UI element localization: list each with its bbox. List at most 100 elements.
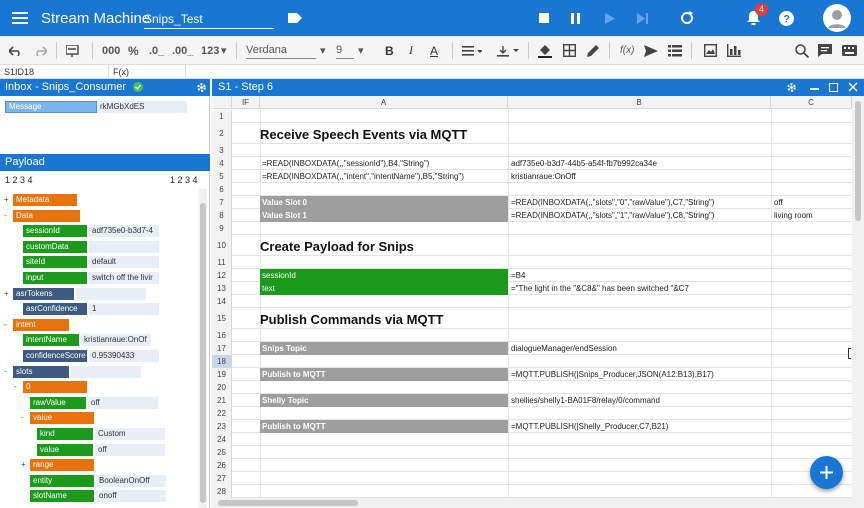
tree-node-label[interactable]: slotName bbox=[30, 490, 94, 503]
tree-node-label[interactable]: Data bbox=[13, 209, 80, 222]
borders-icon[interactable] bbox=[563, 36, 576, 65]
avatar[interactable] bbox=[822, 0, 852, 36]
undo-icon[interactable] bbox=[9, 36, 23, 65]
list-icon[interactable] bbox=[668, 36, 682, 65]
collapse-toggle[interactable]: - bbox=[4, 367, 7, 376]
expand-toggle[interactable]: + bbox=[4, 289, 9, 298]
cell-c[interactable] bbox=[772, 308, 852, 321]
cell-b[interactable] bbox=[509, 459, 771, 472]
font-size-select[interactable]: 9 ▾ bbox=[336, 36, 366, 65]
tree-node-label[interactable]: asrTokens bbox=[13, 287, 74, 300]
sheet-horizontal-scrollbar[interactable] bbox=[212, 498, 864, 508]
cell-b[interactable]: =MQTT.PUBLISH(|Shelly_Producer,C7,B21) bbox=[509, 420, 771, 433]
row-number[interactable]: 7 bbox=[212, 196, 232, 209]
cell-a[interactable] bbox=[260, 381, 508, 394]
chevron-down-icon[interactable]: ▾ bbox=[221, 36, 227, 65]
cell-c[interactable]: off bbox=[772, 196, 852, 209]
expand-toggle[interactable]: + bbox=[4, 195, 9, 204]
percent-button[interactable]: % bbox=[128, 36, 139, 65]
cell-b[interactable] bbox=[509, 355, 771, 368]
cell-c[interactable] bbox=[772, 407, 852, 420]
close-icon[interactable] bbox=[848, 82, 858, 95]
cell-a[interactable] bbox=[260, 485, 508, 498]
cell-b[interactable] bbox=[509, 183, 771, 196]
cell-a[interactable] bbox=[260, 183, 508, 196]
cell-b[interactable] bbox=[509, 123, 771, 136]
cell-a[interactable] bbox=[260, 407, 508, 420]
image-icon[interactable] bbox=[704, 36, 717, 65]
cell-b[interactable] bbox=[509, 144, 771, 157]
cell-c[interactable] bbox=[772, 368, 852, 381]
cell-b[interactable]: ="The light in the "&C8&" has been switc… bbox=[509, 282, 771, 295]
section-heading[interactable]: Receive Speech Events via MQTT bbox=[260, 127, 467, 142]
cell-b[interactable]: adf735e0-b3d7-44b5-a54f-fb7b992ca34e bbox=[509, 157, 771, 170]
align-vertical-icon[interactable] bbox=[497, 36, 519, 65]
cell-c[interactable] bbox=[772, 144, 852, 157]
cell-b[interactable] bbox=[509, 329, 771, 342]
tree-node-label[interactable]: intentName bbox=[23, 334, 79, 347]
cell-b[interactable]: dialogueManager/endSession bbox=[509, 342, 771, 355]
bold-button[interactable]: B bbox=[385, 36, 394, 65]
row-number[interactable]: 13 bbox=[212, 282, 232, 295]
cell-a[interactable]: Value Slot 1 bbox=[260, 209, 508, 222]
refresh-icon[interactable] bbox=[678, 0, 696, 36]
pencil-icon[interactable] bbox=[586, 36, 600, 65]
underline-button[interactable]: A bbox=[430, 36, 438, 65]
section-heading[interactable]: Create Payload for Snips bbox=[260, 239, 414, 254]
row-number[interactable]: 23 bbox=[212, 420, 232, 433]
tree-node-label[interactable]: value bbox=[37, 443, 93, 456]
format-painter-icon[interactable] bbox=[66, 36, 81, 65]
row-number[interactable]: 4 bbox=[212, 157, 232, 170]
row-number[interactable]: 27 bbox=[212, 472, 232, 485]
column-header[interactable]: A bbox=[260, 96, 508, 109]
row-number[interactable]: 17 bbox=[212, 342, 232, 355]
comment-icon[interactable] bbox=[818, 36, 832, 65]
cell-b[interactable] bbox=[509, 433, 771, 446]
cell-c[interactable] bbox=[772, 269, 852, 282]
row-number[interactable]: 16 bbox=[212, 329, 232, 342]
add-button[interactable] bbox=[810, 456, 843, 489]
formula-input[interactable] bbox=[190, 65, 860, 79]
increase-decimal-button[interactable]: .00_ bbox=[172, 36, 193, 65]
tree-node-label[interactable]: 0 bbox=[23, 381, 87, 394]
cell-c[interactable] bbox=[772, 342, 852, 355]
gear-icon[interactable] bbox=[786, 82, 797, 96]
cell-c[interactable] bbox=[772, 256, 852, 269]
cell-a[interactable] bbox=[260, 459, 508, 472]
cell-a[interactable] bbox=[260, 446, 508, 459]
cell-reference[interactable]: S1ID18 bbox=[4, 67, 34, 77]
maximize-icon[interactable] bbox=[829, 83, 838, 92]
font-family-select[interactable]: Verdana ▾ bbox=[246, 36, 328, 65]
payload-scroll-thumb[interactable] bbox=[200, 203, 206, 503]
tree-node-label[interactable]: entity bbox=[30, 474, 94, 487]
play-icon[interactable] bbox=[602, 0, 618, 36]
tree-node-label[interactable]: intent bbox=[13, 318, 69, 331]
cell-c[interactable] bbox=[772, 170, 852, 183]
row-number[interactable]: 6 bbox=[212, 183, 232, 196]
cell-c[interactable]: living room bbox=[772, 209, 852, 222]
cell-c[interactable] bbox=[772, 157, 852, 170]
payload-tabs-right[interactable]: 1 2 3 4 bbox=[170, 175, 198, 185]
cell-a[interactable]: Value Slot 0 bbox=[260, 196, 508, 209]
cell-a[interactable]: text bbox=[260, 282, 508, 295]
align-horizontal-icon[interactable] bbox=[462, 36, 482, 65]
column-header[interactable]: B bbox=[508, 96, 771, 109]
cell-a[interactable] bbox=[260, 110, 508, 123]
cell-a[interactable]: Publish to MQTT bbox=[260, 420, 508, 433]
row-number[interactable]: 14 bbox=[212, 295, 232, 308]
document-name-input[interactable]: Snips_Test bbox=[144, 12, 274, 29]
cell-b[interactable] bbox=[509, 256, 771, 269]
column-header[interactable]: C bbox=[771, 96, 852, 109]
tree-node-label[interactable]: confidenceScore bbox=[23, 350, 87, 362]
column-header[interactable]: IF bbox=[232, 96, 260, 109]
cell-a[interactable] bbox=[260, 295, 508, 308]
cell-b[interactable] bbox=[509, 110, 771, 123]
decrease-decimal-button[interactable]: .0_ bbox=[149, 36, 164, 65]
row-number[interactable]: 11 bbox=[212, 256, 232, 269]
tree-node-label[interactable]: siteId bbox=[23, 256, 87, 269]
row-number[interactable]: 18 bbox=[212, 355, 232, 368]
fill-color-icon[interactable] bbox=[538, 36, 552, 65]
row-number[interactable]: 2 bbox=[212, 123, 232, 144]
send-icon[interactable] bbox=[644, 36, 658, 65]
row-number[interactable]: 8 bbox=[212, 209, 232, 222]
